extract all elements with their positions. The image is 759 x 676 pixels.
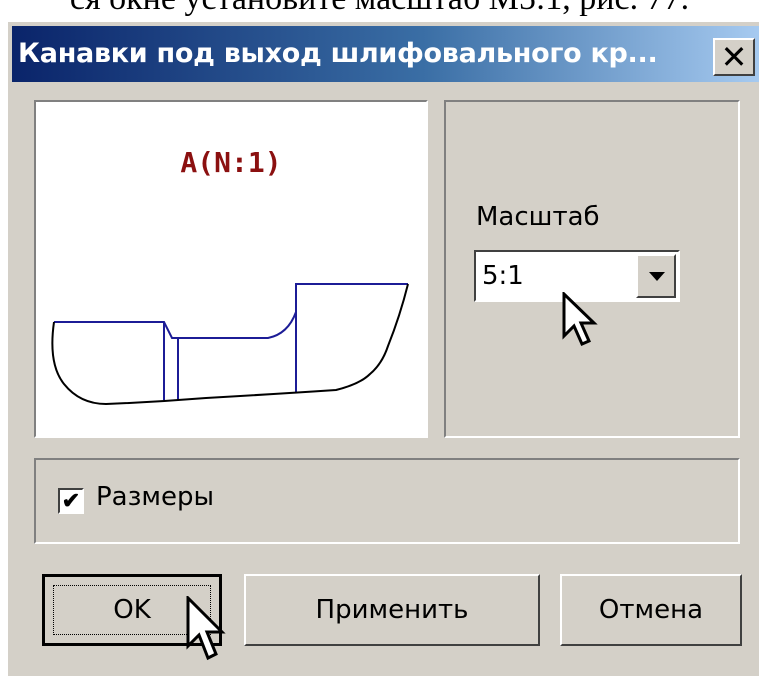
apply-button-label: Применить (315, 595, 469, 625)
mouse-pointer-icon (186, 596, 226, 661)
dialog-title: Канавки под выход шлифовального кр... (18, 38, 658, 69)
scale-value: 5:1 (482, 261, 524, 291)
title-bar[interactable]: Канавки под выход шлифовального кр... ✕ (12, 26, 759, 82)
break-line (51, 283, 409, 406)
close-icon: ✕ (720, 38, 748, 76)
close-button[interactable]: ✕ (713, 38, 755, 76)
cancel-button-label: Отмена (598, 595, 704, 625)
preview-panel: A(N:1) (34, 100, 428, 438)
dialog-window: Канавки под выход шлифовального кр... ✕ … (6, 20, 759, 676)
dropdown-arrow-icon[interactable] (636, 254, 676, 298)
dimensions-checkbox[interactable]: ✔ (58, 488, 84, 514)
dimensions-label[interactable]: Размеры (96, 482, 214, 512)
groove-preview-drawing (51, 283, 409, 406)
apply-button[interactable]: Применить (244, 574, 540, 646)
dimensions-panel: ✔ Размеры (34, 458, 740, 544)
mouse-pointer-icon (562, 292, 598, 346)
document-text-fragment: ся окне установите масштаб М5:1, рис. 77… (0, 0, 759, 16)
scale-panel: Масштаб 5:1 (444, 100, 740, 438)
scale-label: Масштаб (476, 202, 600, 232)
cancel-button[interactable]: Отмена (560, 574, 742, 646)
groove-profile-outline (54, 283, 408, 339)
checkmark-icon: ✔ (61, 488, 81, 513)
